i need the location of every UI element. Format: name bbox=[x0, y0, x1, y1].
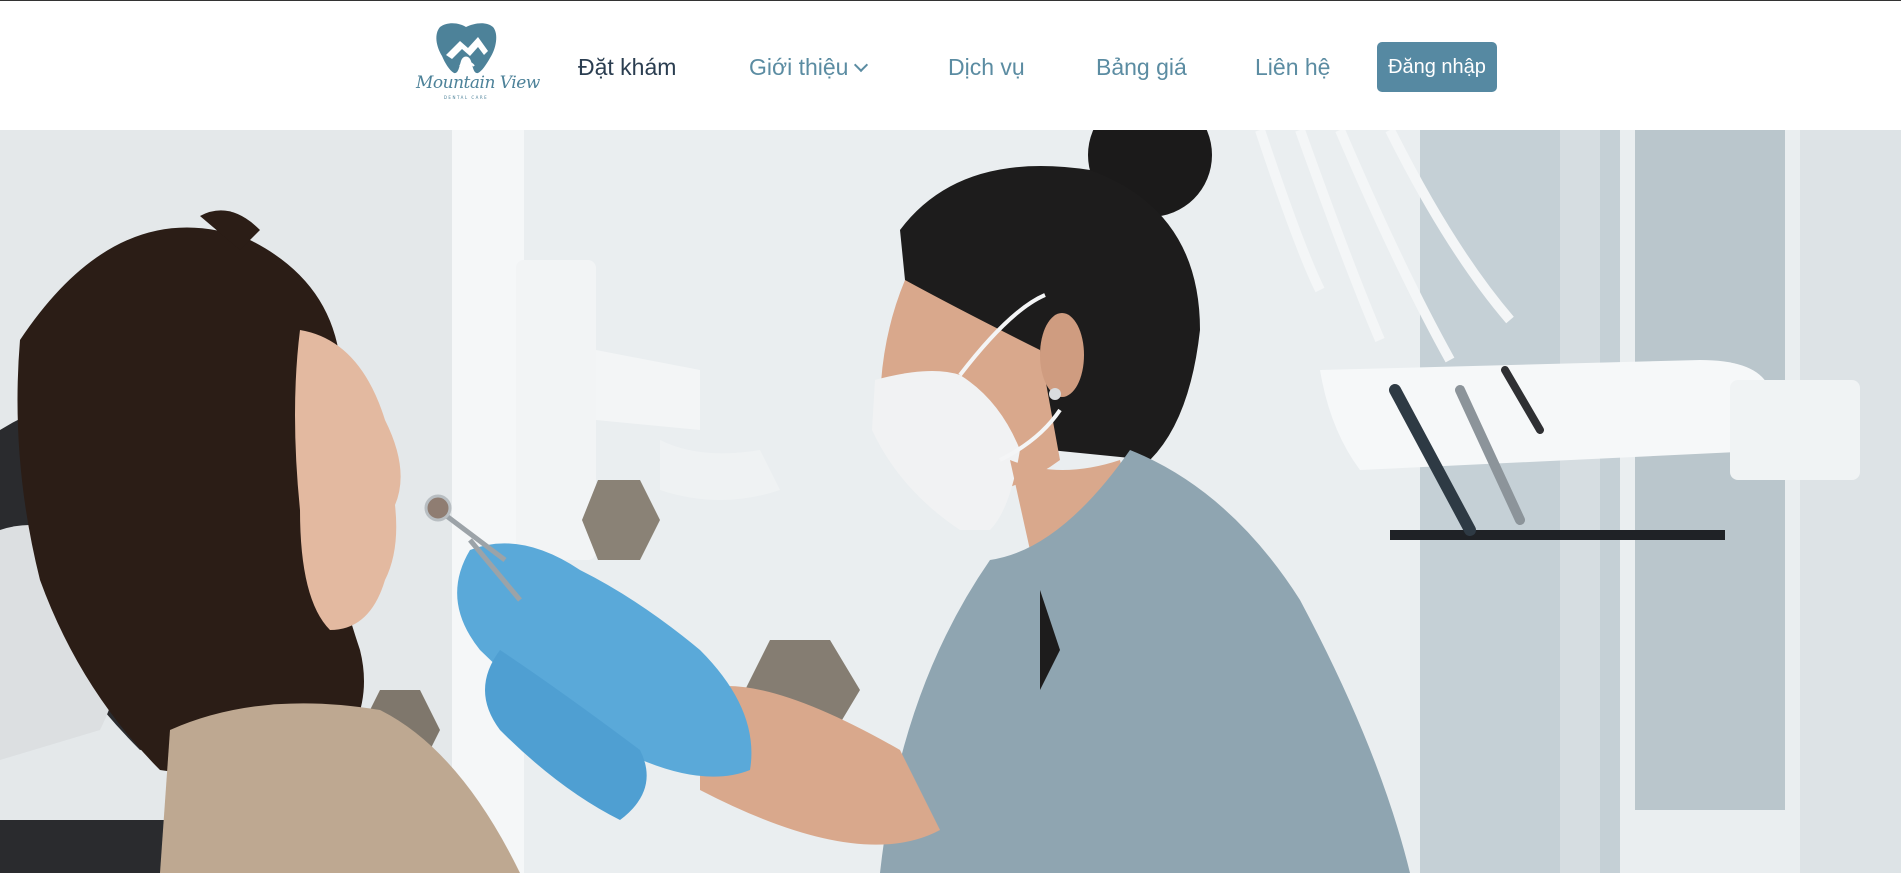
nav-item-dat-kham[interactable]: Đặt khám bbox=[578, 49, 676, 85]
brand-tagline: DENTAL CARE bbox=[443, 95, 489, 100]
hero-banner bbox=[0, 130, 1901, 873]
nav-item-bang-gia[interactable]: Bảng giá bbox=[1096, 49, 1187, 85]
hero-image bbox=[0, 130, 1901, 873]
brand-logo[interactable]: Mountain View DENTAL CARE bbox=[416, 21, 540, 103]
nav-item-dich-vu[interactable]: Dịch vụ bbox=[948, 49, 1025, 85]
nav-item-lien-he[interactable]: Liên hệ bbox=[1255, 49, 1330, 85]
nav-item-gioi-thieu-label: Giới thiệu bbox=[749, 54, 849, 80]
chevron-down-icon bbox=[854, 57, 869, 73]
nav-item-gioi-thieu[interactable]: Giới thiệu bbox=[749, 49, 869, 85]
navbar: Mountain View DENTAL CARE Đặt khám Giới … bbox=[0, 1, 1901, 130]
brand-name: Mountain View bbox=[416, 73, 540, 93]
login-button[interactable]: Đăng nhập bbox=[1377, 42, 1497, 92]
tooth-mountain-icon bbox=[436, 23, 497, 74]
